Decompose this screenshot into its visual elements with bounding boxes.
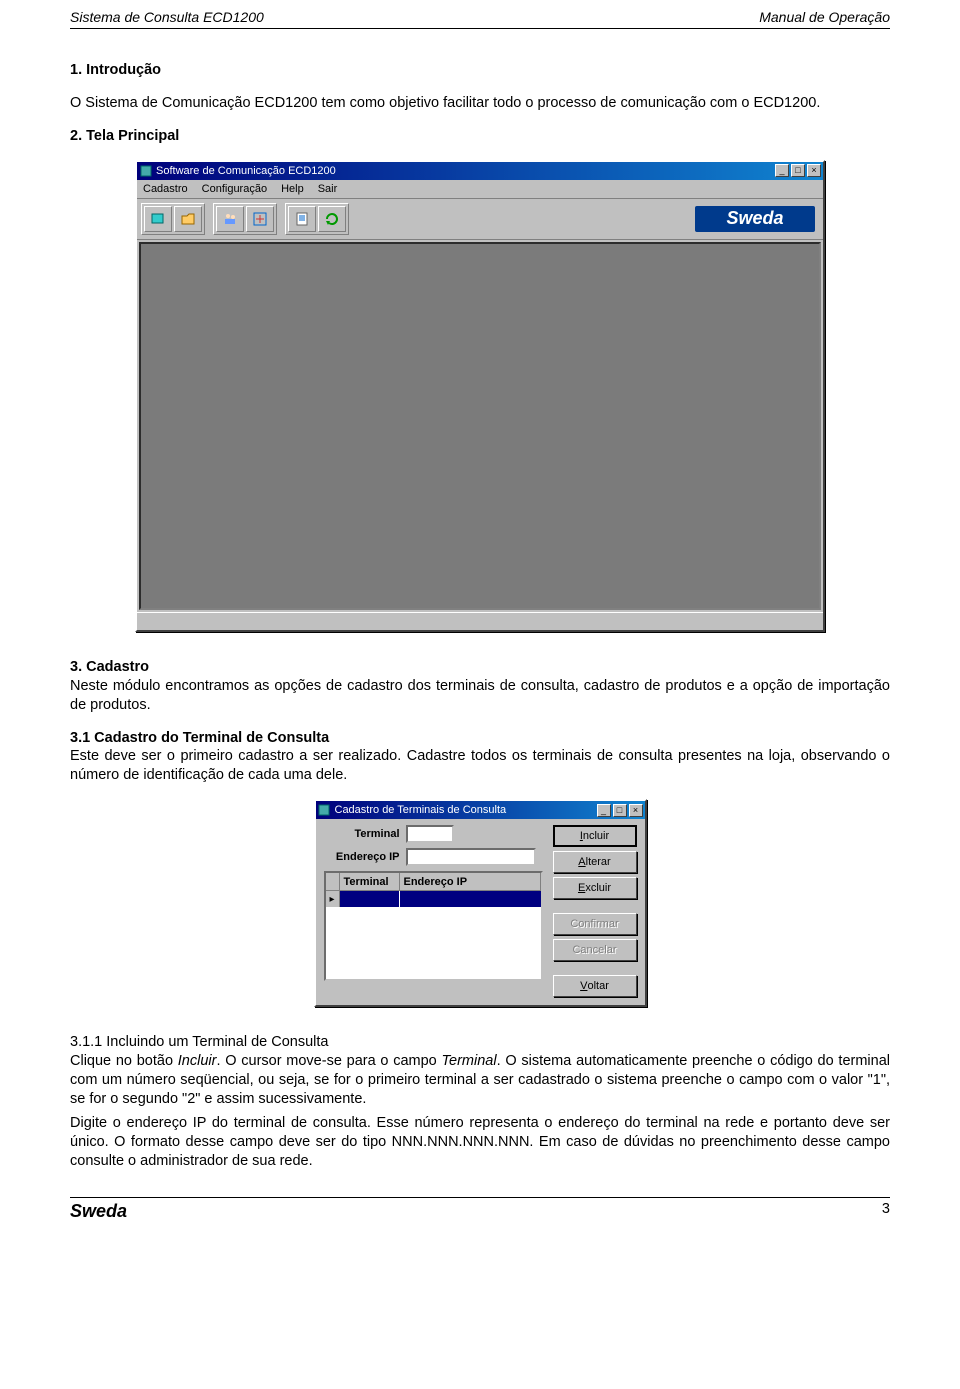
toolbar: Sweda xyxy=(137,199,823,240)
row-pointer-icon: ▸ xyxy=(326,891,340,907)
section-3-body: Neste módulo encontramos as opções de ca… xyxy=(70,677,890,715)
section-3-1-title: 3.1 Cadastro do Terminal de Consulta xyxy=(70,729,890,748)
toolbar-btn-5[interactable] xyxy=(288,206,316,232)
toolbar-btn-2[interactable] xyxy=(174,206,202,232)
toolbar-btn-6[interactable] xyxy=(318,206,346,232)
section-3-1-1-p2: Digite o endereço IP do terminal de cons… xyxy=(70,1114,890,1171)
toolbar-btn-3[interactable] xyxy=(216,206,244,232)
input-terminal[interactable] xyxy=(406,825,454,843)
grid-col-terminal: Terminal xyxy=(340,873,400,891)
section-1-body: O Sistema de Comunicação ECD1200 tem com… xyxy=(70,94,890,113)
page-footer: Sweda 3 xyxy=(70,1197,890,1223)
header-right: Manual de Operação xyxy=(759,8,890,26)
page-header: Sistema de Consulta ECD1200 Manual de Op… xyxy=(70,0,890,28)
main-app-window: Software de Comunicação ECD1200 _ □ × Ca… xyxy=(135,160,825,632)
app-icon xyxy=(139,164,152,177)
voltar-button[interactable]: Voltar xyxy=(553,975,637,997)
grid-corner xyxy=(326,873,340,891)
close-button[interactable]: × xyxy=(807,164,821,177)
menu-cadastro[interactable]: Cadastro xyxy=(143,182,188,196)
dialog-title: Cadastro de Terminais de Consulta xyxy=(335,803,507,817)
menu-help[interactable]: Help xyxy=(281,182,304,196)
cancelar-button: Cancelar xyxy=(553,939,637,961)
section-3-title: 3. Cadastro xyxy=(70,658,890,677)
dialog-titlebar: Cadastro de Terminais de Consulta _ □ × xyxy=(316,801,645,819)
terminals-grid[interactable]: Terminal Endereço IP ▸ xyxy=(324,871,543,981)
main-titlebar: Software de Comunicação ECD1200 _ □ × xyxy=(137,162,823,180)
dlg-maximize-button[interactable]: □ xyxy=(613,804,627,817)
dialog-window: Cadastro de Terminais de Consulta _ □ × … xyxy=(314,799,647,1007)
minimize-button[interactable]: _ xyxy=(775,164,789,177)
grid-col-ip: Endereço IP xyxy=(400,873,541,891)
dlg-minimize-button[interactable]: _ xyxy=(597,804,611,817)
label-ip: Endereço IP xyxy=(324,850,406,864)
section-3-1-1-p1: Clique no botão Incluir. O cursor move-s… xyxy=(70,1052,890,1109)
maximize-button[interactable]: □ xyxy=(791,164,805,177)
excluir-button[interactable]: Excluir xyxy=(553,877,637,899)
section-1-title: 1. Introdução xyxy=(70,61,890,80)
menubar: Cadastro Configuração Help Sair xyxy=(137,180,823,199)
dlg-close-button[interactable]: × xyxy=(629,804,643,817)
toolbar-btn-4[interactable] xyxy=(246,206,274,232)
grid-row-selected[interactable]: ▸ xyxy=(326,891,541,907)
alterar-button[interactable]: Alterar xyxy=(553,851,637,873)
label-terminal: Terminal xyxy=(324,827,406,841)
footer-brand: Sweda xyxy=(70,1200,127,1223)
toolbar-btn-1[interactable] xyxy=(144,206,172,232)
section-3-1-body: Este deve ser o primeiro cadastro a ser … xyxy=(70,747,890,785)
section-3-1-1-title: 3.1.1 Incluindo um Terminal de Consulta xyxy=(70,1033,890,1052)
input-endereco-ip[interactable] xyxy=(406,848,536,866)
main-client-area xyxy=(139,242,821,610)
incluir-button[interactable]: Incluir xyxy=(553,825,637,847)
header-left: Sistema de Consulta ECD1200 xyxy=(70,8,264,26)
footer-page-number: 3 xyxy=(882,1200,890,1223)
menu-sair[interactable]: Sair xyxy=(318,182,338,196)
menu-configuracao[interactable]: Configuração xyxy=(202,182,267,196)
main-statusbar xyxy=(137,612,823,630)
main-title: Software de Comunicação ECD1200 xyxy=(156,164,336,178)
header-rule xyxy=(70,28,890,29)
brand-logo: Sweda xyxy=(695,206,815,232)
section-2-title: 2. Tela Principal xyxy=(70,127,890,146)
dialog-icon xyxy=(318,804,331,817)
confirmar-button: Confirmar xyxy=(553,913,637,935)
